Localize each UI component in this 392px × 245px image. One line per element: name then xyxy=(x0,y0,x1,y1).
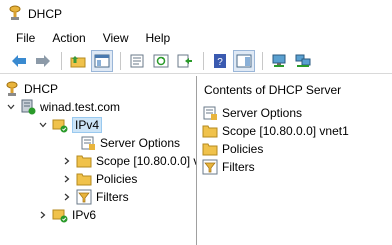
chevron-right-icon[interactable] xyxy=(38,206,48,224)
refresh-button[interactable] xyxy=(150,50,172,72)
tree-item-server-options[interactable]: Server Options xyxy=(80,134,180,152)
toolbar-separator xyxy=(203,51,204,70)
chevron-down-icon[interactable] xyxy=(6,98,16,116)
ipv4-icon xyxy=(52,117,68,133)
menu-help[interactable]: Help xyxy=(146,31,171,45)
action-pane-icon xyxy=(236,54,252,67)
server-icon xyxy=(20,99,36,115)
tree-item-scope[interactable]: Scope [10.80.0.0] v xyxy=(62,152,197,170)
tree-item-dhcp[interactable]: DHCP xyxy=(4,80,58,98)
refresh-icon xyxy=(153,54,169,67)
back-button[interactable] xyxy=(8,50,30,72)
menu-bar: File Action View Help xyxy=(0,28,392,47)
server-options-icon xyxy=(80,135,96,151)
folder-icon xyxy=(202,141,218,157)
svg-text:?: ? xyxy=(217,57,223,68)
network-computers-icon xyxy=(295,54,311,67)
tree-label: Policies xyxy=(96,172,138,186)
network-computers-button[interactable] xyxy=(292,50,314,72)
list-item[interactable]: Filters xyxy=(202,158,255,176)
folder-icon xyxy=(76,171,92,187)
toolbar: ? xyxy=(0,48,392,74)
forward-button[interactable] xyxy=(32,50,54,72)
folder-icon xyxy=(202,123,218,139)
tree-label: DHCP xyxy=(24,82,59,96)
list-item[interactable]: Server Options xyxy=(202,104,302,122)
computer-monitor-icon xyxy=(272,54,286,67)
list-item[interactable]: Scope [10.80.0.0] vnet1 xyxy=(202,122,349,140)
chevron-right-icon[interactable] xyxy=(62,188,72,206)
tree-item-filters[interactable]: Filters xyxy=(62,188,129,206)
chevron-right-icon[interactable] xyxy=(62,170,72,188)
ipv6-icon xyxy=(52,207,68,223)
up-folder-button[interactable] xyxy=(67,50,89,72)
export-list-icon xyxy=(177,54,192,67)
back-icon xyxy=(12,54,26,67)
tree-item-ipv4[interactable]: IPv4 xyxy=(38,116,103,134)
details-header: Contents of DHCP Server xyxy=(204,83,342,97)
properties-button[interactable] xyxy=(126,50,148,72)
window-title: DHCP xyxy=(28,7,63,21)
title-bar: DHCP xyxy=(0,0,392,28)
chevron-down-icon[interactable] xyxy=(38,116,48,134)
dhcp-app-icon xyxy=(8,5,22,24)
main-content: DHCP winad.test.com IPv4 Server Options … xyxy=(0,76,392,245)
list-item-label: Scope [10.80.0.0] vnet1 xyxy=(222,124,349,138)
show-hide-tree-icon xyxy=(94,54,110,67)
folder-icon xyxy=(76,153,92,169)
forward-icon xyxy=(36,54,50,67)
computer-button[interactable] xyxy=(268,50,290,72)
help-icon: ? xyxy=(214,53,226,68)
tree-item-ipv6[interactable]: IPv6 xyxy=(38,206,96,224)
tree-label: IPv4 xyxy=(72,117,103,133)
tree-label: Filters xyxy=(96,190,129,204)
list-item-label: Server Options xyxy=(222,106,303,120)
up-folder-icon xyxy=(70,55,86,67)
menu-file[interactable]: File xyxy=(16,31,35,45)
tree-label: IPv6 xyxy=(72,208,97,222)
show-hide-tree-button[interactable] xyxy=(91,49,113,72)
tree-pane[interactable]: DHCP winad.test.com IPv4 Server Options … xyxy=(0,76,197,245)
export-list-button[interactable] xyxy=(174,50,196,72)
help-button[interactable]: ? xyxy=(209,50,231,72)
menu-action[interactable]: Action xyxy=(52,31,85,45)
tree-label: Server Options xyxy=(100,136,181,150)
filter-icon xyxy=(202,159,218,175)
filter-icon xyxy=(76,189,92,205)
properties-icon xyxy=(130,54,144,67)
list-item[interactable]: Policies xyxy=(202,140,263,158)
list-item-label: Policies xyxy=(222,142,264,156)
list-item-label: Filters xyxy=(222,160,255,174)
tree-item-server[interactable]: winad.test.com xyxy=(6,98,120,116)
toolbar-separator xyxy=(262,51,263,70)
tree-label: winad.test.com xyxy=(40,100,121,114)
tree-label: Scope [10.80.0.0] v xyxy=(96,154,197,168)
tree-item-policies[interactable]: Policies xyxy=(62,170,137,188)
details-pane[interactable]: Contents of DHCP Server Server Options S… xyxy=(198,76,392,245)
dhcp-icon xyxy=(4,81,20,97)
toolbar-separator xyxy=(120,51,121,70)
toolbar-separator xyxy=(61,51,62,70)
action-pane-button[interactable] xyxy=(233,49,255,72)
menu-view[interactable]: View xyxy=(103,31,129,45)
chevron-right-icon[interactable] xyxy=(62,152,72,170)
server-options-icon xyxy=(202,105,218,121)
